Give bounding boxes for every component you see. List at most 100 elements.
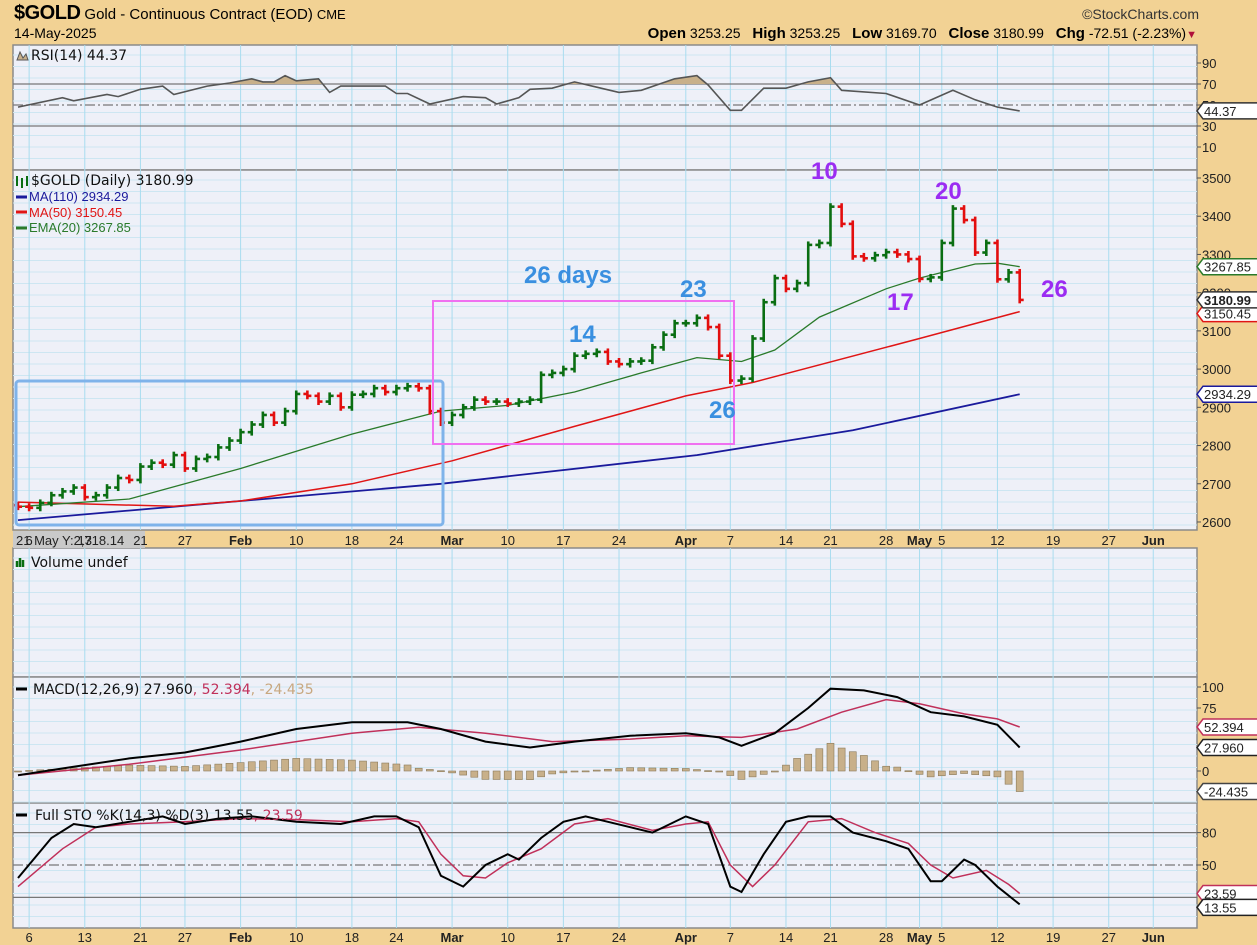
rsi-legend: RSI(14) 44.37 bbox=[31, 48, 127, 64]
date-tick-label: May bbox=[907, 930, 933, 945]
annotation-23: 23 bbox=[680, 276, 707, 303]
macd-histogram-bar bbox=[192, 765, 200, 772]
macd-histogram-bar bbox=[871, 760, 879, 772]
ema20-legend: EMA(20) 3267.85 bbox=[29, 220, 131, 235]
macd-histogram-bar bbox=[904, 770, 913, 773]
date-tick-label: 13 bbox=[78, 930, 92, 945]
macd-histogram-bar bbox=[392, 763, 401, 772]
date-tick-label: 10 bbox=[289, 930, 303, 945]
axis-label: 2600 bbox=[1202, 515, 1231, 530]
macd-histogram-bar bbox=[815, 748, 824, 772]
macd-histogram-bar bbox=[281, 758, 289, 772]
annotation-10: 10 bbox=[811, 158, 838, 185]
axis-label: 2800 bbox=[1202, 439, 1231, 454]
macd-hist-legend: , -24.435 bbox=[251, 682, 314, 698]
date-tick-label: 12 bbox=[990, 930, 1004, 945]
sto-k-tag: 13.55 bbox=[1204, 900, 1237, 915]
date-tick-label: Feb bbox=[229, 930, 252, 945]
axis-label: 75 bbox=[1202, 701, 1216, 716]
macd-histogram-bar bbox=[615, 768, 623, 772]
date-tick-label: 21 bbox=[823, 930, 837, 945]
macd-histogram-bar bbox=[403, 764, 412, 772]
axis-label: 30 bbox=[1202, 119, 1216, 134]
annotation-20: 20 bbox=[935, 178, 962, 205]
macd-histogram-bar bbox=[559, 770, 568, 774]
axis-label: 70 bbox=[1202, 77, 1216, 92]
macd-legend-main: MACD(12,26,9) 27.960 bbox=[33, 682, 193, 698]
macd-histogram-bar bbox=[648, 767, 657, 772]
macd-histogram-bar bbox=[247, 761, 256, 772]
macd-histogram-bar bbox=[336, 759, 345, 772]
axis-label: 10 bbox=[1202, 140, 1216, 155]
macd-histogram-bar bbox=[637, 767, 646, 772]
date-tick-label: 27 bbox=[1102, 930, 1116, 945]
macd-histogram-bar bbox=[348, 759, 356, 772]
macd-histogram-bar bbox=[782, 764, 790, 772]
macd-signal-legend: , 52.394 bbox=[193, 682, 251, 698]
macd-histogram-bar bbox=[14, 770, 22, 773]
macd-histogram-bar bbox=[592, 769, 601, 772]
axis-label: 80 bbox=[1202, 826, 1216, 841]
date-tick-label: 5 bbox=[938, 930, 945, 945]
date-tick-label: 7 bbox=[727, 930, 734, 945]
sto-legend-main: Full STO %K(14,3) %D(3) 13.55 bbox=[35, 808, 254, 824]
annotation-26-low: 26 bbox=[709, 397, 736, 424]
macd-histogram-bar bbox=[681, 768, 690, 772]
macd-histogram-bar bbox=[325, 759, 334, 772]
macd-histogram-bar bbox=[804, 753, 813, 772]
macd-histogram-bar bbox=[236, 762, 245, 772]
macd-histogram-bar bbox=[181, 766, 189, 772]
macd-histogram-bar bbox=[481, 770, 490, 780]
macd-histogram-bar bbox=[837, 747, 846, 772]
macd-histogram-bar bbox=[548, 770, 557, 775]
date-tick-label: 24 bbox=[612, 930, 626, 945]
macd-histogram-bar bbox=[626, 767, 634, 772]
macd-histogram-bar bbox=[370, 761, 378, 772]
macd-histogram-bar bbox=[526, 770, 534, 780]
macd-histogram-bar bbox=[848, 751, 857, 772]
ma50-legend: MA(50) 3150.45 bbox=[29, 205, 122, 220]
macd-histogram-bar bbox=[1015, 770, 1024, 792]
macd-histogram-bar bbox=[437, 770, 445, 773]
macd-histogram-bar bbox=[225, 763, 234, 772]
ema20-value-tag: 3267.85 bbox=[1204, 260, 1251, 275]
macd-histogram-bar bbox=[570, 770, 579, 773]
ma110-value-tag: 2934.29 bbox=[1204, 387, 1251, 402]
macd-histogram-bar bbox=[426, 769, 434, 772]
price-legend: $GOLD (Daily) 3180.99 bbox=[31, 173, 194, 189]
macd-histogram-bar bbox=[292, 758, 301, 772]
macd-histogram-bar bbox=[670, 768, 679, 772]
macd-histogram-bar bbox=[982, 770, 991, 777]
macd-legend: MACD(12,26,9) 27.960, 52.394, -24.435 bbox=[33, 682, 314, 698]
macd-histogram-bar bbox=[604, 768, 612, 772]
macd-histogram-bar bbox=[503, 770, 512, 780]
macd-signal-tag: 52.394 bbox=[1204, 720, 1244, 735]
price-panel bbox=[12, 169, 1198, 531]
stock-chart[interactable]: 26 days 14 23 26 10 20 17 26 RSI(14) 44.… bbox=[0, 0, 1257, 945]
volume-legend: Volume undef bbox=[31, 555, 129, 571]
macd-histogram-bar bbox=[158, 765, 167, 772]
axis-label: 100 bbox=[1202, 680, 1224, 695]
macd-histogram-bar bbox=[726, 770, 735, 776]
macd-histogram-bar bbox=[448, 770, 456, 774]
date-tick-label: 6 bbox=[26, 930, 33, 945]
macd-histogram-bar bbox=[893, 766, 902, 772]
macd-histogram-bar bbox=[203, 764, 212, 772]
macd-histogram-bar bbox=[459, 770, 468, 776]
close-value-tag: 3180.99 bbox=[1204, 293, 1251, 308]
vol-panel bbox=[12, 547, 1198, 678]
date-tick-label: 28 bbox=[879, 930, 893, 945]
date-tick-label: 27 bbox=[178, 930, 192, 945]
macd-histogram-bar bbox=[147, 765, 156, 772]
axis-label: 3500 bbox=[1202, 171, 1231, 186]
date-tick-label: 21 bbox=[133, 930, 147, 945]
rsi-value-tag: 44.37 bbox=[1204, 104, 1237, 119]
macd-histogram-bar bbox=[759, 770, 768, 775]
date-tick-label: Jun bbox=[1142, 930, 1165, 945]
axis-label: 50 bbox=[1202, 858, 1216, 873]
macd-histogram-bar bbox=[748, 770, 757, 778]
rsi-panel bbox=[12, 44, 1198, 171]
axis-label: 3000 bbox=[1202, 362, 1231, 377]
sto-legend: Full STO %K(14,3) %D(3) 13.55, 23.59 bbox=[35, 808, 303, 824]
macd-histogram-bar bbox=[114, 765, 122, 772]
